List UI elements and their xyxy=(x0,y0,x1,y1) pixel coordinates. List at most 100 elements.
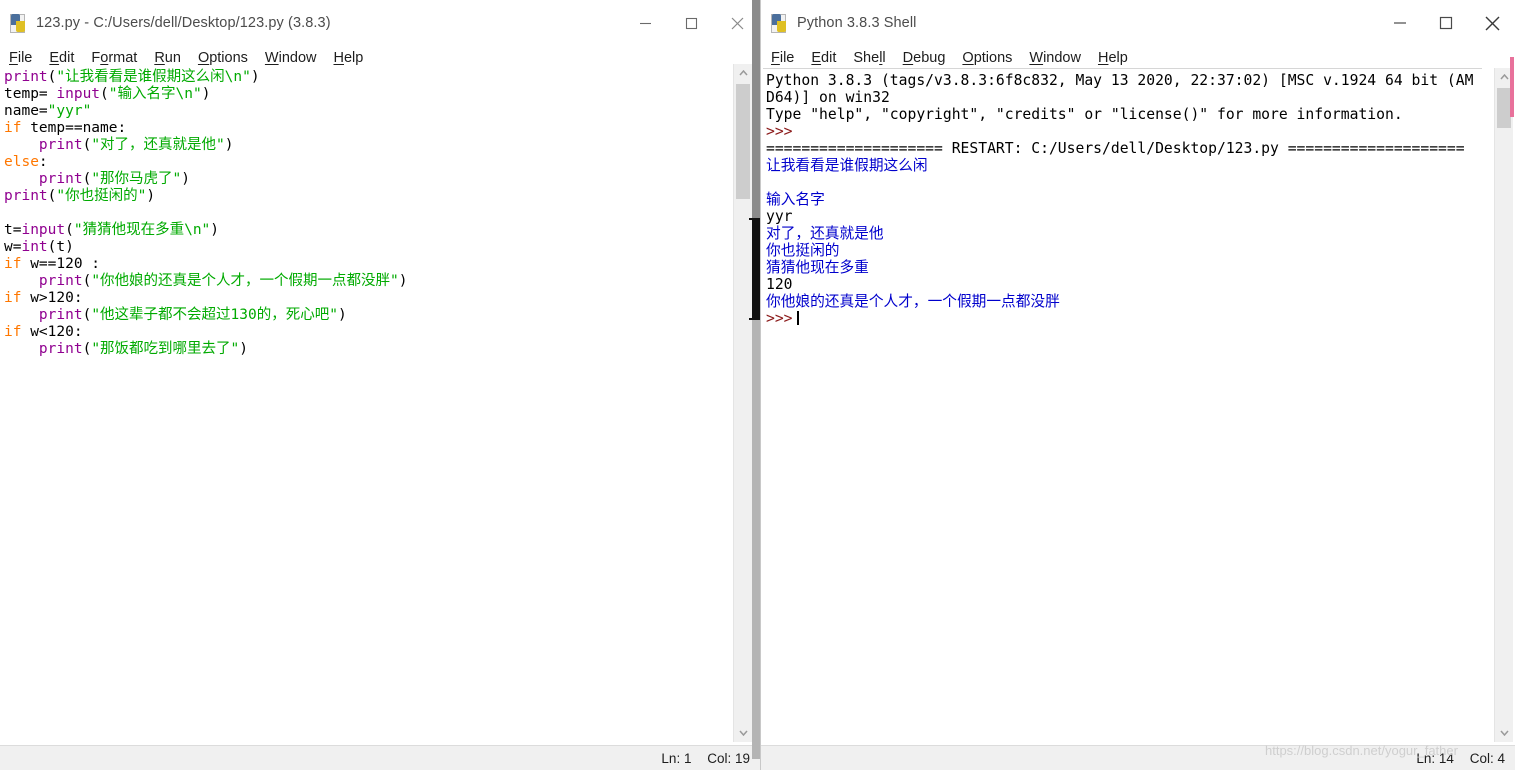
code-token: ) xyxy=(224,137,234,153)
minimize-button[interactable] xyxy=(622,0,668,46)
code-token: w>120: xyxy=(21,290,83,306)
code-line: name="yyr" xyxy=(4,103,725,120)
code-token: input xyxy=(21,222,66,238)
code-token: int xyxy=(21,239,48,255)
code-line: t=input("猜猜他现在多重\n") xyxy=(4,222,725,239)
code-token: ) xyxy=(250,69,260,85)
shell-window-controls xyxy=(1377,0,1515,46)
shell-titlebar[interactable]: Python 3.8.3 Shell xyxy=(761,0,1515,46)
code-line: if temp==name: xyxy=(4,120,725,137)
maximize-button[interactable] xyxy=(668,0,714,46)
editor-menu-edit[interactable]: Edit xyxy=(49,51,74,66)
scroll-up-arrow-icon[interactable] xyxy=(734,64,752,82)
code-token: if xyxy=(4,290,22,306)
code-token: input xyxy=(56,86,101,102)
maximize-icon xyxy=(1439,16,1453,30)
code-token: print xyxy=(38,307,83,323)
minimize-icon xyxy=(639,22,651,24)
shell-menu-debug[interactable]: Debug xyxy=(903,51,946,66)
shell-vertical-scrollbar[interactable] xyxy=(1494,68,1513,742)
editor-scroll-thumb[interactable] xyxy=(736,84,750,199)
editor-menu-format[interactable]: Format xyxy=(91,51,137,66)
shell-menubar: File Edit Shell Debug Options Window Help xyxy=(761,46,1515,70)
editor-statusbar: Ln: 1 Col: 19 xyxy=(0,745,760,770)
code-token: w<120: xyxy=(21,324,83,340)
editor-titlebar[interactable]: 123.py - C:/Users/dell/Desktop/123.py (3… xyxy=(0,0,760,46)
shell-menu-edit[interactable]: Edit xyxy=(811,51,836,66)
shell-line: Type "help", "copyright", "credits" or "… xyxy=(766,106,1403,123)
code-token: : xyxy=(38,154,48,170)
code-token: print xyxy=(38,137,83,153)
code-token: w==120 : xyxy=(21,256,101,272)
code-token: if xyxy=(4,324,22,340)
code-token: "你他娘的还真是个人才，一个假期一点都没胖" xyxy=(91,273,399,289)
editor-menu-help[interactable]: Help xyxy=(334,51,364,66)
editor-menu-window[interactable]: Window xyxy=(265,51,317,66)
maximize-button[interactable] xyxy=(1423,0,1469,46)
scroll-down-arrow-icon[interactable] xyxy=(734,724,752,742)
right-edge-accent xyxy=(1510,57,1514,117)
code-token: ) xyxy=(146,188,156,204)
code-token: "那你马虎了" xyxy=(91,171,182,187)
editor-text-area[interactable]: print("让我看看是谁假期这么闲\n") temp= input("输入名字\… xyxy=(0,66,725,742)
code-line: print("那你马虎了") xyxy=(4,171,725,188)
scroll-down-arrow-icon[interactable] xyxy=(1495,724,1513,742)
shell-menu-help[interactable]: Help xyxy=(1098,51,1128,66)
code-token: ( xyxy=(82,137,92,153)
shell-menu-shell[interactable]: Shell xyxy=(853,51,885,66)
code-token: if xyxy=(4,256,22,272)
maximize-icon xyxy=(685,17,697,29)
close-icon xyxy=(1485,16,1499,30)
code-token: print xyxy=(38,273,83,289)
code-line: else: xyxy=(4,154,725,171)
code-token: (t) xyxy=(47,239,74,255)
shell-line: >>> xyxy=(766,123,793,140)
editor-window: 123.py - C:/Users/dell/Desktop/123.py (3… xyxy=(0,0,760,770)
code-line: print("让我看看是谁假期这么闲\n") xyxy=(4,69,725,86)
code-line: print("你也挺闲的") xyxy=(4,188,725,205)
shell-menu-window[interactable]: Window xyxy=(1029,51,1081,66)
minimize-button[interactable] xyxy=(1377,0,1423,46)
shell-menu-file[interactable]: File xyxy=(771,51,794,66)
code-token: ( xyxy=(82,341,92,357)
code-token: print xyxy=(38,341,83,357)
text-cursor xyxy=(796,311,799,325)
shell-line: 输入名字 xyxy=(766,191,825,208)
shell-title: Python 3.8.3 Shell xyxy=(797,15,917,31)
code-token: ( xyxy=(82,273,92,289)
code-token: ) xyxy=(181,171,191,187)
editor-title: 123.py - C:/Users/dell/Desktop/123.py (3… xyxy=(36,15,331,31)
code-line: print("对了，还真就是他") xyxy=(4,137,725,154)
code-line: print("那饭都吃到哪里去了") xyxy=(4,341,725,358)
code-token: "你也挺闲的" xyxy=(56,188,147,204)
shell-col-indicator: Col: 4 xyxy=(1469,750,1505,766)
code-token: print xyxy=(4,69,48,85)
code-line: temp= input("输入名字\n") xyxy=(4,86,725,103)
code-token: else xyxy=(4,154,39,170)
close-button[interactable] xyxy=(1469,0,1515,46)
editor-vertical-scrollbar[interactable] xyxy=(733,64,752,742)
code-token: t= xyxy=(4,222,22,238)
editor-menu-options[interactable]: Options xyxy=(198,51,248,66)
code-token: "猜猜他现在多重\n" xyxy=(73,222,211,238)
code-token: "他这辈子都不会超过130的，死心吧" xyxy=(91,307,338,323)
shell-menu-options[interactable]: Options xyxy=(962,51,1012,66)
shell-line: 猜猜他现在多重 xyxy=(766,259,869,276)
code-line: if w==120 : xyxy=(4,256,725,273)
code-token: name= xyxy=(4,103,48,119)
shell-line: 你也挺闲的 xyxy=(766,242,840,259)
code-token: w= xyxy=(4,239,22,255)
shell-scroll-thumb[interactable] xyxy=(1497,88,1511,128)
editor-status-position: Ln: 1 Col: 19 xyxy=(649,751,750,766)
shell-line: 让我看看是谁假期这么闲 xyxy=(766,157,928,174)
shell-text-area[interactable]: Python 3.8.3 (tags/v3.8.3:6f8c832, May 1… xyxy=(763,68,1482,742)
editor-menu-run[interactable]: Run xyxy=(154,51,181,66)
editor-menu-file[interactable]: File xyxy=(9,51,32,66)
python-shell-icon xyxy=(771,14,788,33)
code-token: if xyxy=(4,120,22,136)
code-token: temp= xyxy=(4,86,57,102)
